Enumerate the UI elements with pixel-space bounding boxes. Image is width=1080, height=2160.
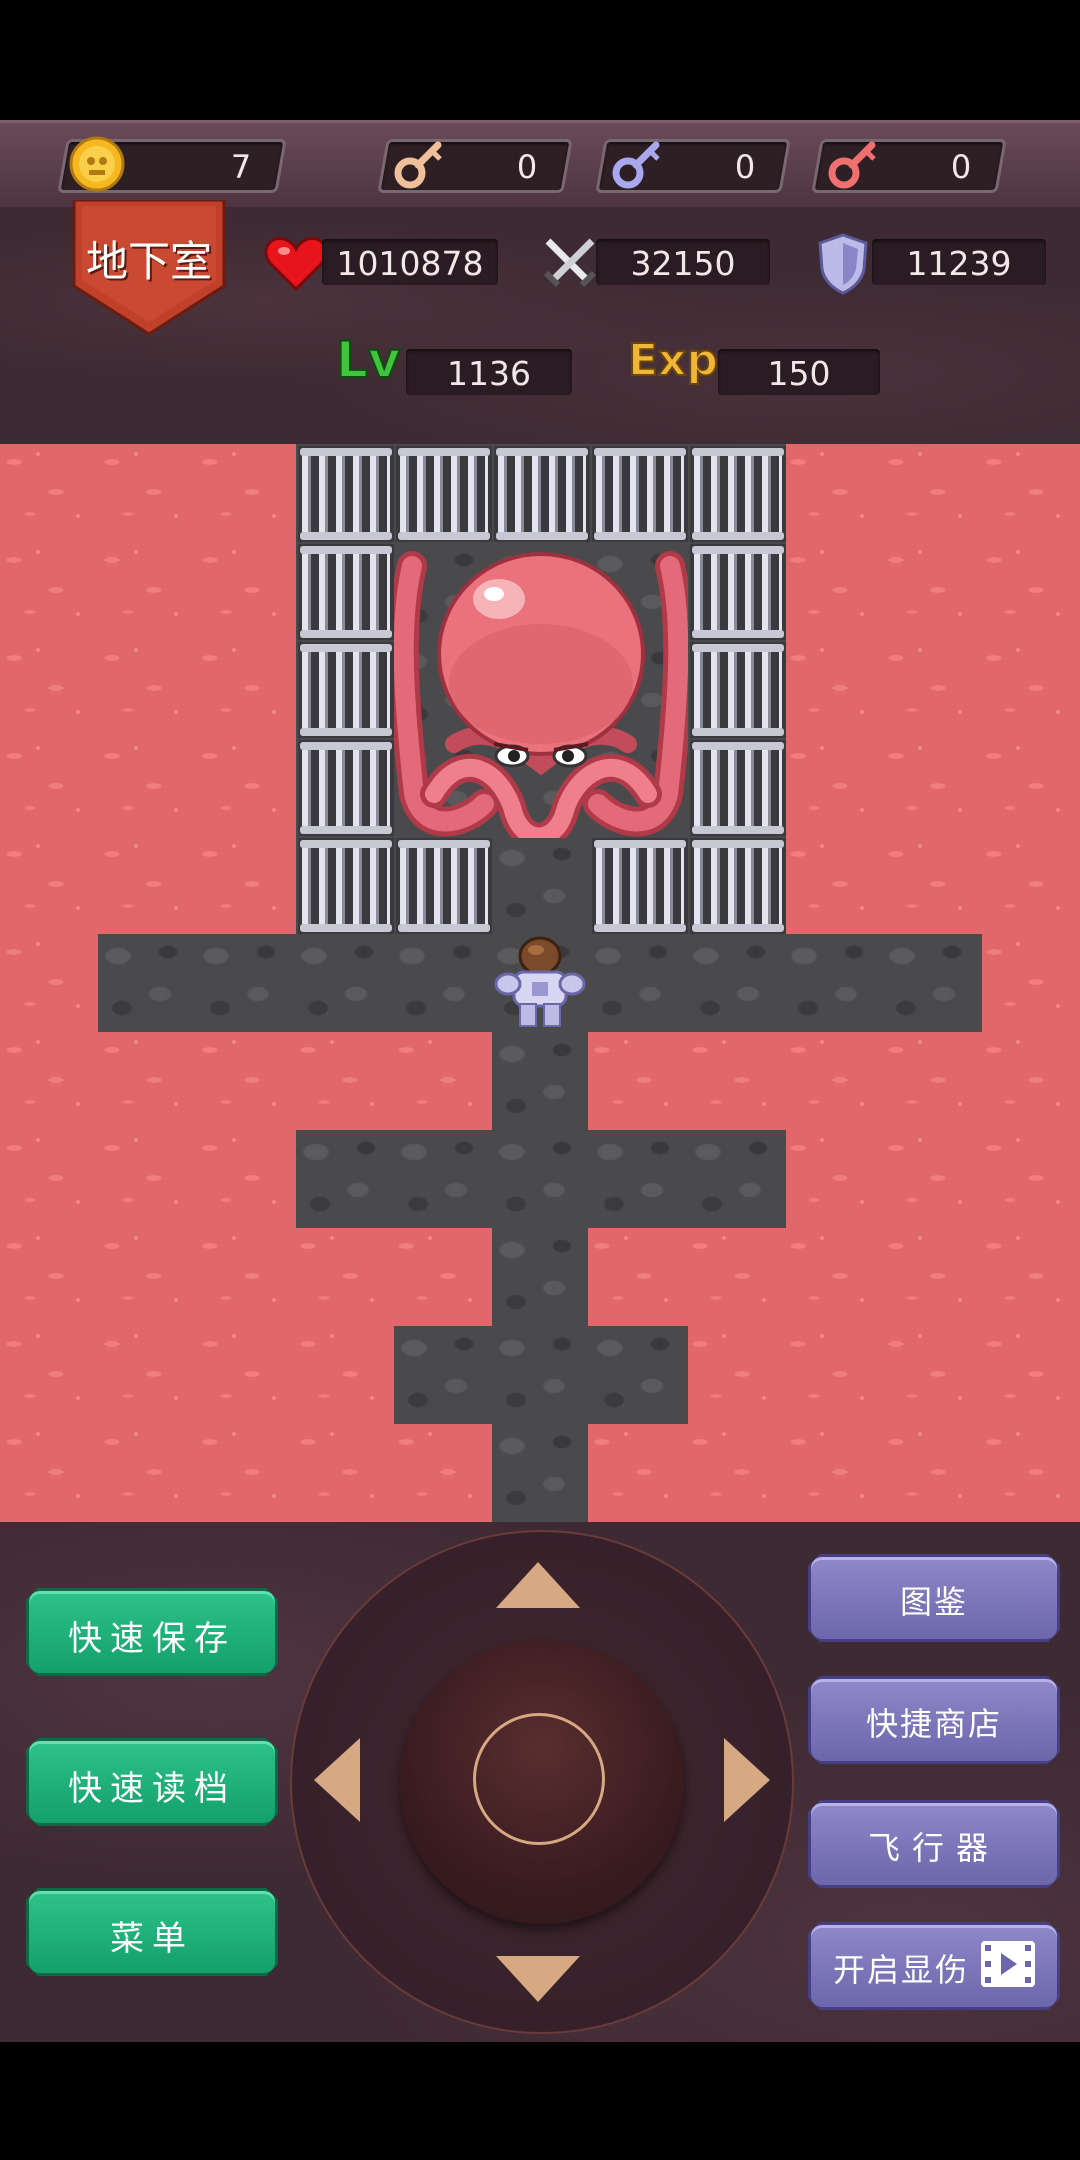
menu-label: 菜单 [110, 1919, 194, 1959]
bestiary-button[interactable]: 图鉴 [808, 1554, 1060, 1642]
joystick-center-ring [473, 1713, 605, 1845]
quick-shop-button[interactable]: 快捷商店 [808, 1676, 1060, 1764]
iron-bars [690, 838, 786, 934]
floor-corridor [394, 1326, 688, 1424]
exp-label: Exp [627, 334, 719, 387]
iron-bars [494, 446, 590, 542]
joystick-knob[interactable] [400, 1640, 684, 1924]
level-value: 1136 [447, 354, 531, 393]
bestiary-label: 图鉴 [899, 1583, 968, 1621]
quick-save-button[interactable]: 快速保存 [26, 1588, 278, 1676]
blue-key-value: 0 [734, 148, 755, 186]
octopus-boss-sprite[interactable] [394, 544, 688, 838]
flyer-label: 飞行器 [867, 1829, 1000, 1867]
damage-display-button[interactable]: 开启显伤 [808, 1922, 1060, 2010]
iron-bars [298, 740, 394, 836]
gold-value: 7 [230, 148, 251, 186]
iron-bars [396, 446, 492, 542]
floor-corridor [492, 1032, 588, 1522]
red-key-icon [828, 141, 876, 189]
bottom-letterbox [0, 2042, 1080, 2160]
dpad-up-arrow-icon[interactable] [496, 1562, 580, 1608]
damage-display-label: 开启显伤 [833, 1951, 970, 1989]
heart-icon [264, 236, 328, 292]
level-label: Lv [335, 330, 401, 390]
quick-load-button[interactable]: 快速读档 [26, 1738, 278, 1826]
attack-value: 32150 [630, 244, 736, 283]
yellow-key-value: 0 [516, 148, 537, 186]
flyer-button[interactable]: 飞行器 [808, 1800, 1060, 1888]
dpad-down-arrow-icon[interactable] [496, 1956, 580, 2002]
video-ad-icon [979, 1939, 1037, 1989]
iron-bars [298, 446, 394, 542]
iron-bars [690, 642, 786, 738]
gold-coin-icon [69, 136, 125, 192]
quick-save-label: 快速保存 [68, 1619, 236, 1659]
yellow-key-icon [394, 141, 442, 189]
resource-bar: 7 0 0 0 [0, 120, 1080, 210]
dpad-joystick[interactable] [290, 1530, 794, 2034]
quick-shop-label: 快捷商店 [865, 1705, 1002, 1743]
level-box: 1136 [406, 349, 572, 395]
blue-key-icon [612, 141, 660, 189]
shield-icon [818, 233, 868, 295]
floor-corridor [296, 1130, 786, 1228]
iron-bars [690, 740, 786, 836]
iron-bars [592, 446, 688, 542]
iron-bars [298, 544, 394, 640]
exp-value: 150 [767, 354, 831, 393]
iron-bars [690, 446, 786, 542]
iron-bars [396, 838, 492, 934]
exp-box: 150 [718, 349, 880, 395]
iron-bars [690, 544, 786, 640]
red-key-value: 0 [950, 148, 971, 186]
hp-box: 1010878 [322, 239, 498, 285]
hero-sprite [494, 936, 586, 1027]
dpad-left-arrow-icon[interactable] [314, 1738, 360, 1822]
iron-bars [298, 838, 394, 934]
floor-banner: 地下室 [72, 200, 226, 336]
hp-value: 1010878 [336, 244, 484, 283]
defense-value: 11239 [906, 244, 1012, 283]
dpad-right-arrow-icon[interactable] [724, 1738, 770, 1822]
defense-box: 11239 [872, 239, 1046, 285]
crossed-swords-icon [543, 238, 597, 288]
quick-load-label: 快速读档 [68, 1769, 236, 1809]
floor-label: 地下室 [85, 237, 212, 286]
iron-bars [298, 642, 394, 738]
iron-bars [592, 838, 688, 934]
menu-button[interactable]: 菜单 [26, 1888, 278, 1976]
game-map[interactable] [0, 444, 1080, 1522]
attack-box: 32150 [596, 239, 770, 285]
